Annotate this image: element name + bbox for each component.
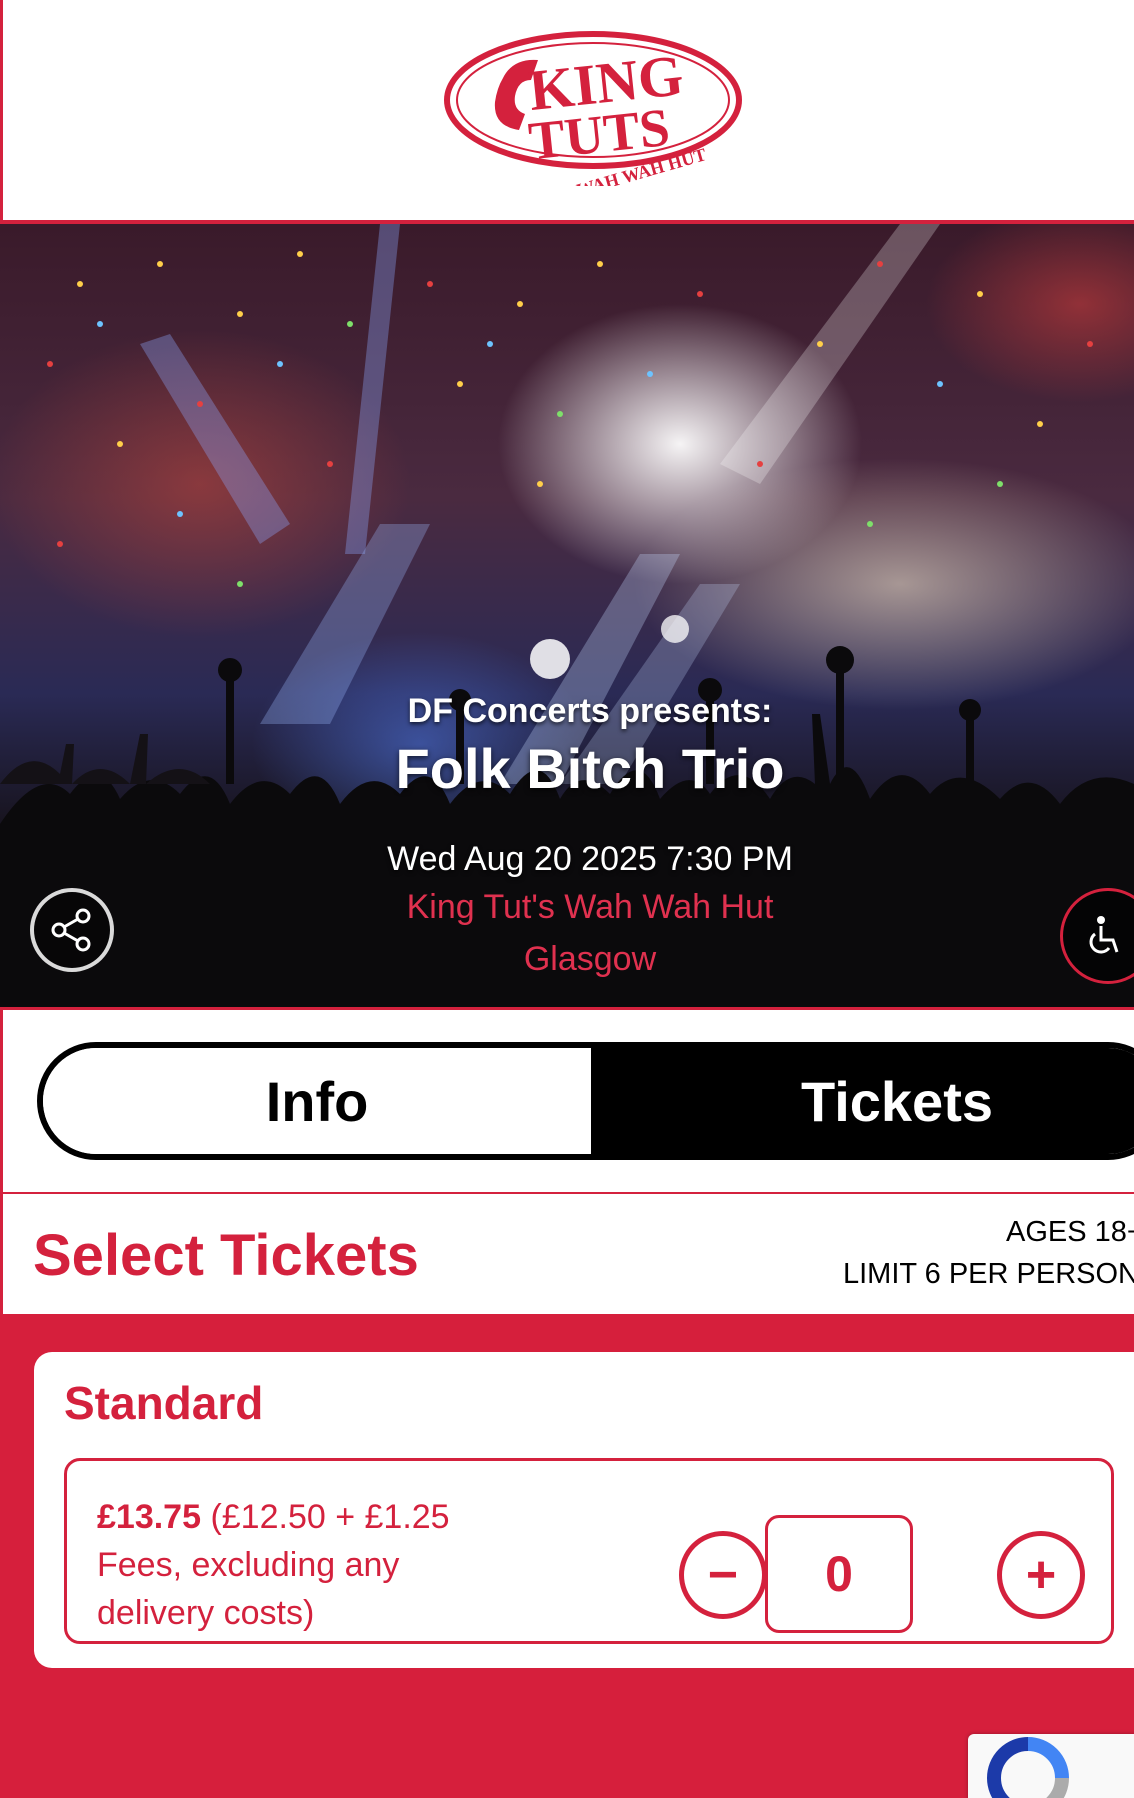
event-venue[interactable]: King Tut's Wah Wah Hut [0, 888, 1134, 927]
share-icon [51, 908, 91, 952]
event-hero: DF Concerts presents: Folk Bitch Trio We… [0, 224, 1134, 1010]
share-button[interactable] [30, 888, 114, 972]
recaptcha-icon [987, 1737, 1069, 1798]
event-presenter: DF Concerts presents: [407, 692, 773, 730]
tab-toggle: Info Tickets [37, 1042, 1134, 1160]
ticket-type-name: Standard [64, 1377, 264, 1429]
ticket-price-row: £13.75 (£12.50 + £1.25 Fees, excluding a… [64, 1458, 1114, 1644]
decrease-quantity-button[interactable]: − [679, 1531, 767, 1619]
ticket-list: Standard £13.75 (£12.50 + £1.25 Fees, ex… [0, 1314, 1134, 1798]
tab-bar: Info Tickets [0, 1010, 1134, 1195]
app-frame: KING TUTS WAH WAH HUT DF Concerts presen… [0, 0, 1134, 1798]
age-restriction: AGES 18+ [1006, 1216, 1134, 1248]
tab-info[interactable]: Info [43, 1048, 591, 1154]
section-title: Select Tickets [33, 1223, 419, 1288]
ticket-card: Standard £13.75 (£12.50 + £1.25 Fees, ex… [34, 1352, 1134, 1668]
select-tickets-header: Select Tickets AGES 18+ LIMIT 6 PER PERS… [0, 1194, 1134, 1314]
king-tuts-logo[interactable]: KING TUTS WAH WAH HUT [443, 18, 743, 186]
ticket-price-text: £13.75 (£12.50 + £1.25 Fees, excluding a… [97, 1493, 517, 1637]
increase-quantity-button[interactable]: + [997, 1531, 1085, 1619]
ticket-price: £13.75 [97, 1498, 201, 1536]
ticket-limit: LIMIT 6 PER PERSON [843, 1258, 1134, 1290]
site-header: KING TUTS WAH WAH HUT [0, 0, 1134, 224]
event-datetime: Wed Aug 20 2025 7:30 PM [387, 840, 793, 878]
tab-tickets[interactable]: Tickets [591, 1048, 1134, 1154]
quantity-input[interactable] [765, 1515, 913, 1633]
event-city[interactable]: Glasgow [0, 940, 1134, 979]
event-artist: Folk Bitch Trio [395, 737, 785, 800]
wheelchair-icon [1089, 916, 1119, 954]
recaptcha-badge[interactable] [968, 1734, 1134, 1798]
